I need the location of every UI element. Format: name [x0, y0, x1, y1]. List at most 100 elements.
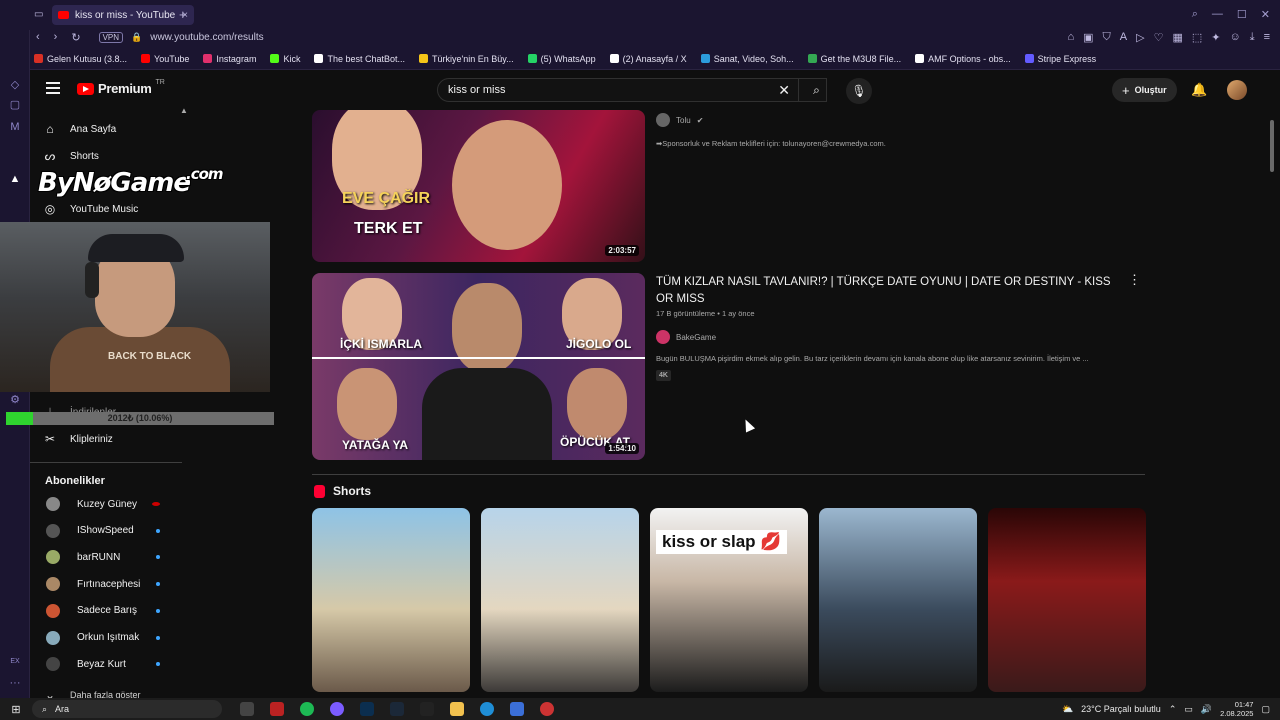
bookmark-item[interactable]: YouTube	[141, 54, 189, 64]
shield-icon[interactable]: ⛉	[1103, 31, 1111, 44]
puzzle-icon[interactable]: ✦	[1211, 31, 1220, 44]
tab-youtube[interactable]: kiss or miss - YouTube ×	[52, 5, 194, 25]
result-thumbnail[interactable]: EVE ÇAĞIR TERK ET 2:03:57	[312, 110, 645, 262]
bookmark-item[interactable]: (5) WhatsApp	[527, 54, 596, 64]
music-panel-icon[interactable]: M	[8, 120, 22, 134]
voice-search-button[interactable]: 🎙	[846, 78, 872, 104]
bookmark-page-icon[interactable]: ⌂	[1067, 31, 1074, 44]
subscription-item[interactable]: Fırtınacephesi	[30, 571, 190, 597]
heart-icon[interactable]: ♡	[1154, 31, 1164, 44]
channel-link[interactable]: Tolu ✔	[656, 113, 703, 127]
bookmark-item[interactable]: Kick	[270, 54, 300, 64]
profile-icon[interactable]: ☺	[1229, 31, 1240, 44]
search-button[interactable]: ⌕	[798, 78, 834, 102]
bookmark-item[interactable]: Gelen Kutusu (3.8...	[34, 54, 127, 64]
forward-icon[interactable]: ›	[54, 31, 58, 44]
notifications-icon[interactable]: ▢	[1261, 704, 1270, 715]
logo-text: Premium	[98, 81, 152, 96]
short-card[interactable]	[312, 508, 470, 692]
short-card[interactable]	[481, 508, 639, 692]
sidebar-item-shorts[interactable]: ᔕ Shorts	[30, 143, 190, 169]
spotify-icon[interactable]	[300, 702, 314, 716]
donation-progress-label: 2012₺ (10.06%)	[107, 413, 173, 423]
snapshot-icon[interactable]: ▣	[1083, 31, 1093, 44]
youtube-premium-logo[interactable]: Premium TR	[77, 79, 165, 96]
bookmark-item[interactable]: Get the M3U8 File...	[807, 54, 901, 64]
sidebar-item-clips[interactable]: ✂ Klipleriniz	[30, 426, 190, 452]
opera-ai-icon[interactable]: ◇	[8, 78, 22, 92]
edge-icon[interactable]	[480, 702, 494, 716]
discord-icon[interactable]	[330, 702, 344, 716]
menu-icon[interactable]: ≡	[1264, 31, 1270, 44]
bookmark-item[interactable]: Stripe Express	[1024, 54, 1096, 64]
sidebar-item-home[interactable]: ⌂ Ana Sayfa	[30, 116, 190, 142]
tab-islands-icon[interactable]: ▭	[34, 9, 43, 20]
result-thumbnail[interactable]: İÇKİ ISMARLA JİGOLO OL YATAĞA YA ÖPÜCÜK …	[312, 273, 645, 460]
video-title[interactable]: TÜM KIZLAR NASIL TAVLANIR!? | TÜRKÇE DAT…	[656, 274, 1116, 308]
obs-icon[interactable]	[540, 702, 554, 716]
settings-icon[interactable]: ⚙	[8, 393, 22, 407]
short-card[interactable]: kiss or slap 💋	[650, 508, 808, 692]
download-icon[interactable]: ⤓	[1250, 31, 1255, 44]
new-tab-button[interactable]: +	[179, 7, 187, 22]
create-button[interactable]: + Oluştur	[1112, 78, 1177, 102]
network-icon[interactable]: ▭	[1184, 704, 1193, 715]
aria-icon[interactable]: ▲	[8, 172, 22, 186]
wallet-icon[interactable]: ▦	[1172, 31, 1182, 44]
close-window-icon[interactable]: ✕	[1261, 8, 1270, 21]
more-icon[interactable]: ···	[8, 676, 22, 690]
subscription-item[interactable]: Orkun Işıtmak	[30, 625, 190, 651]
bookmark-item[interactable]: Instagram	[203, 54, 256, 64]
taskbar-search[interactable]: ⌕ Ara	[32, 700, 222, 718]
player-icon[interactable]: ▷	[1136, 31, 1144, 44]
reload-icon[interactable]: ↻	[71, 31, 80, 44]
steam-icon[interactable]	[390, 702, 404, 716]
store-icon[interactable]	[510, 702, 524, 716]
thumb-suit	[422, 368, 552, 460]
vpn-badge[interactable]: VPN	[98, 31, 124, 43]
file-explorer-icon[interactable]	[450, 702, 464, 716]
bookmark-item[interactable]: Türkiye'nin En Büy...	[419, 54, 514, 64]
lock-icon[interactable]: 🔒	[131, 32, 142, 43]
short-card[interactable]	[988, 508, 1146, 692]
short-card[interactable]	[819, 508, 977, 692]
bookmark-item[interactable]: Sanat, Video, Soh...	[700, 54, 794, 64]
messenger-icon[interactable]: ▢	[8, 98, 22, 112]
more-actions-icon[interactable]: ⋮	[1128, 272, 1141, 288]
minimize-icon[interactable]: —	[1212, 8, 1223, 21]
maximize-icon[interactable]: ☐	[1237, 8, 1247, 21]
back-icon[interactable]: ‹	[36, 31, 40, 44]
bookmark-item[interactable]: (2) Anasayfa / X	[609, 54, 687, 64]
bookmark-item[interactable]: AMF Options - obs...	[915, 54, 1011, 64]
translate-icon[interactable]: A	[1120, 31, 1127, 44]
url-field[interactable]: www.youtube.com/results	[150, 32, 263, 43]
search-input[interactable]: kiss or miss ✕	[437, 78, 827, 102]
sidebar-item-youtube-music[interactable]: ◎ YouTube Music	[30, 196, 190, 222]
extension-icon[interactable]: ⬚	[1192, 31, 1202, 44]
channel-link[interactable]: BakeGame	[656, 330, 716, 344]
subscription-item[interactable]: Beyaz Kurt	[30, 651, 190, 677]
search-tabs-icon[interactable]: ⌕	[1192, 8, 1198, 21]
windows-start-icon[interactable]: ⊞	[0, 703, 32, 716]
subscription-item[interactable]: barRUNN	[30, 544, 190, 570]
epic-games-icon[interactable]	[420, 702, 434, 716]
extensions-icon[interactable]: EX	[8, 655, 22, 669]
photoshop-icon[interactable]	[360, 702, 374, 716]
tray-chevron-icon[interactable]: ⌃	[1169, 704, 1177, 715]
account-avatar[interactable]	[1227, 80, 1247, 100]
weather-icon[interactable]: ⛅	[1062, 704, 1073, 715]
subscription-item[interactable]: IShowSpeed	[30, 518, 190, 544]
page-scrollbar[interactable]	[1270, 120, 1274, 172]
opera-taskbar-icon[interactable]	[270, 702, 284, 716]
scroll-up-icon[interactable]: ▲	[180, 106, 188, 115]
clear-search-icon[interactable]: ✕	[778, 82, 790, 99]
subscription-item[interactable]: Sadece Barış	[30, 598, 190, 624]
hamburger-menu-icon[interactable]	[46, 82, 60, 94]
bookmark-item[interactable]: The best ChatBot...	[314, 54, 405, 64]
notifications-bell-icon[interactable]: 🔔	[1191, 82, 1207, 98]
task-view-icon[interactable]	[240, 702, 254, 716]
subscription-item[interactable]: Kuzey Güney	[30, 491, 190, 517]
volume-icon[interactable]: 🔊	[1201, 704, 1212, 715]
clock[interactable]: 01:47 2.08.2025	[1220, 700, 1253, 718]
weather-label[interactable]: 23°C Parçalı bulutlu	[1081, 704, 1161, 714]
